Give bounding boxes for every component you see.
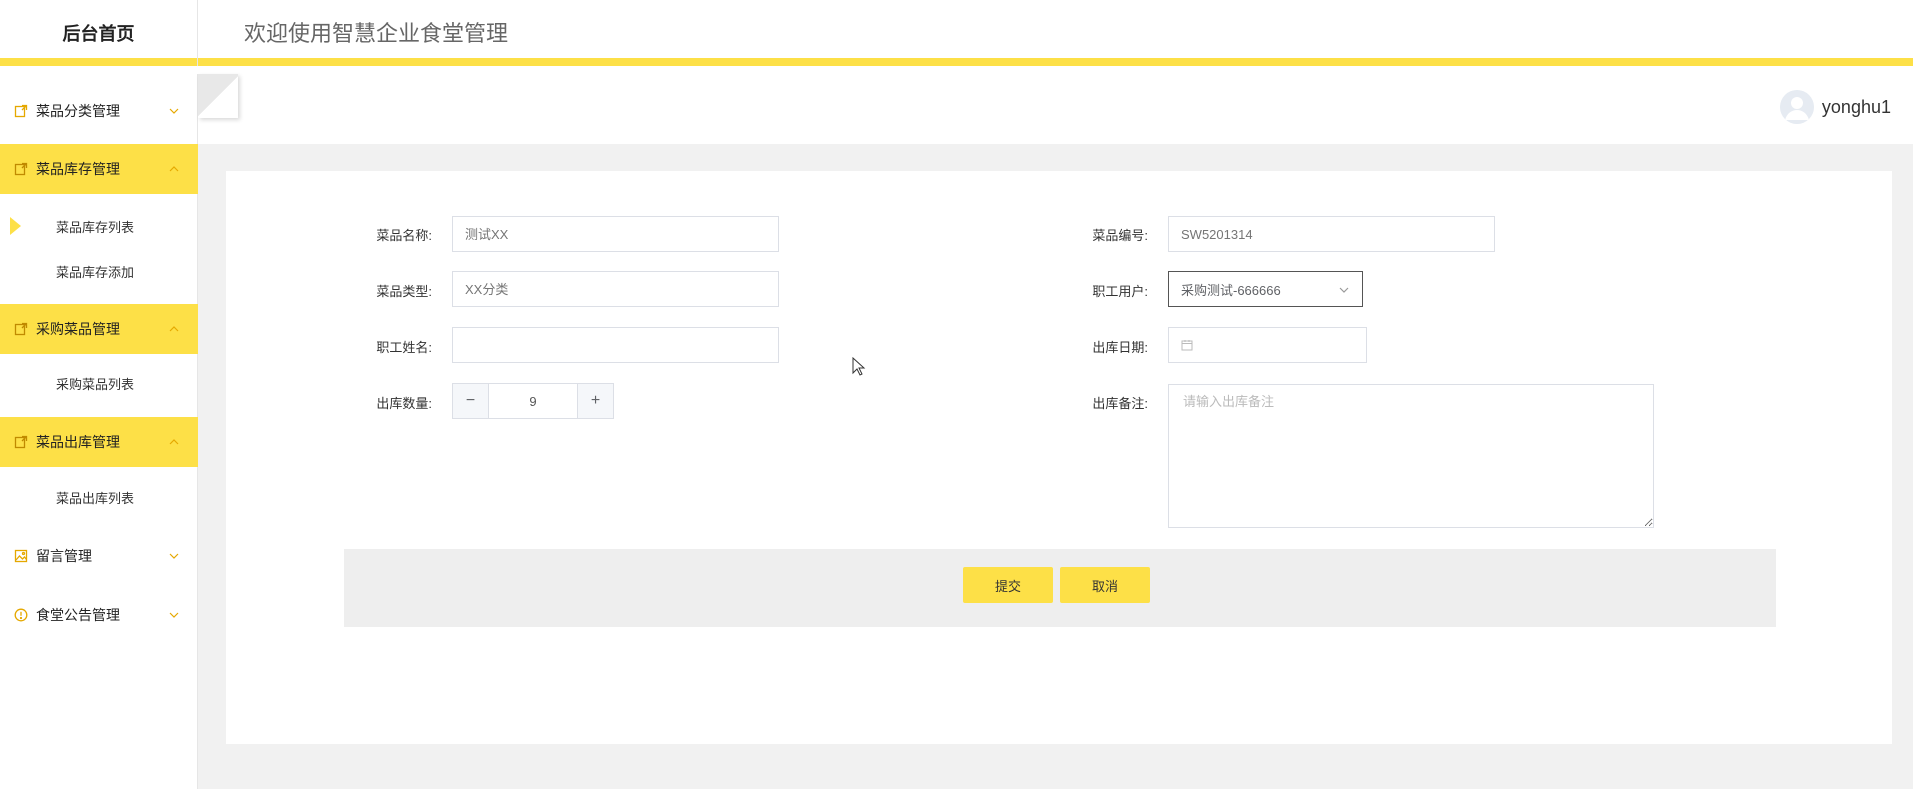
submit-button[interactable]: 提交 [963,567,1053,603]
sidebar: 菜品分类管理 菜品库存管理 菜品库存列表 菜品库存添加 采购菜品管理 采购菜品列… [0,74,198,789]
staff-name-label: 职工姓名: [376,340,432,355]
sidebar-subitem-stock-add[interactable]: 菜品库存添加 [0,249,198,293]
dish-name-label: 菜品名称: [376,228,432,243]
active-marker-icon [10,217,21,235]
image-icon [14,549,28,563]
out-date-label: 出库日期: [1092,340,1148,355]
sidebar-item-dish-category[interactable]: 菜品分类管理 [0,86,198,136]
sidebar-subitem-outbound-list[interactable]: 菜品出库列表 [0,475,198,519]
chevron-down-icon [168,608,180,620]
welcome-title: 欢迎使用智慧企业食堂管理 [244,21,509,46]
remark-label: 出库备注: [1092,396,1148,411]
avatar [1779,90,1814,124]
chevron-up-icon [168,162,180,174]
calendar-icon [1181,339,1193,351]
chevron-down-icon [168,104,180,116]
sidebar-item-label: 留言管理 [36,548,92,564]
dish-type-label: 菜品类型: [376,284,432,299]
minus-icon: − [465,392,476,409]
sidebar-item-label: 菜品库存管理 [36,161,120,177]
dish-name-input[interactable] [452,216,779,252]
sidebar-item-label: 食堂公告管理 [36,607,120,623]
sidebar-item-label: 菜品分类管理 [36,103,120,119]
chevron-up-icon [168,322,180,334]
sidebar-subitem-label: 菜品出库列表 [56,490,135,506]
chevron-down-icon [168,549,180,561]
sidebar-subitem-label: 采购菜品列表 [56,376,135,392]
document-icon [14,322,28,336]
sidebar-item-purchase[interactable]: 采购菜品管理 [0,304,198,354]
document-icon [14,104,28,118]
document-icon [14,435,28,449]
staff-user-label: 职工用户: [1092,284,1148,299]
plus-icon: + [590,392,601,409]
sidebar-item-dish-stock[interactable]: 菜品库存管理 [0,144,198,194]
staff-user-select[interactable]: 采购测试-666666 [1168,271,1363,307]
top-header: 后台首页 欢迎使用智慧企业食堂管理 [0,0,1913,66]
sidebar-subitem-stock-list[interactable]: 菜品库存列表 [0,204,198,248]
quantity-value[interactable]: 9 [489,384,577,418]
decrement-button[interactable]: − [453,384,489,418]
chevron-down-icon [1338,284,1350,296]
increment-button[interactable]: + [577,384,613,418]
mouse-cursor-icon [852,357,866,376]
dish-code-label: 菜品编号: [1092,228,1148,243]
out-date-picker[interactable] [1168,327,1367,363]
brand-home-link[interactable]: 后台首页 [0,0,198,66]
sidebar-item-messages[interactable]: 留言管理 [0,531,198,581]
chevron-up-icon [168,435,180,447]
quantity-stepper[interactable]: − 9 + [452,383,614,419]
sidebar-item-dish-outbound[interactable]: 菜品出库管理 [0,417,198,467]
dish-type-input[interactable] [452,271,779,307]
quantity-label: 出库数量: [376,396,432,411]
sidebar-item-announcements[interactable]: 食堂公告管理 [0,590,198,640]
info-circle-icon [14,608,28,622]
page-fold-icon [198,74,238,118]
staff-user-selected: 采购测试-666666 [1181,282,1281,298]
sidebar-subitem-label: 菜品库存添加 [56,264,135,280]
tag-bar [198,74,1913,144]
sidebar-subitem-label: 菜品库存列表 [56,219,135,235]
remark-textarea[interactable] [1168,384,1654,528]
dish-code-input[interactable] [1168,216,1495,252]
username: yonghu1 [1821,96,1891,117]
sidebar-subitem-purchase-list[interactable]: 采购菜品列表 [0,361,198,405]
user-menu[interactable]: yonghu1 [1779,90,1891,124]
staff-name-input[interactable] [452,327,779,363]
document-icon [14,162,28,176]
sidebar-item-label: 菜品出库管理 [36,434,120,450]
cancel-button[interactable]: 取消 [1060,567,1150,603]
sidebar-item-label: 采购菜品管理 [36,321,120,337]
